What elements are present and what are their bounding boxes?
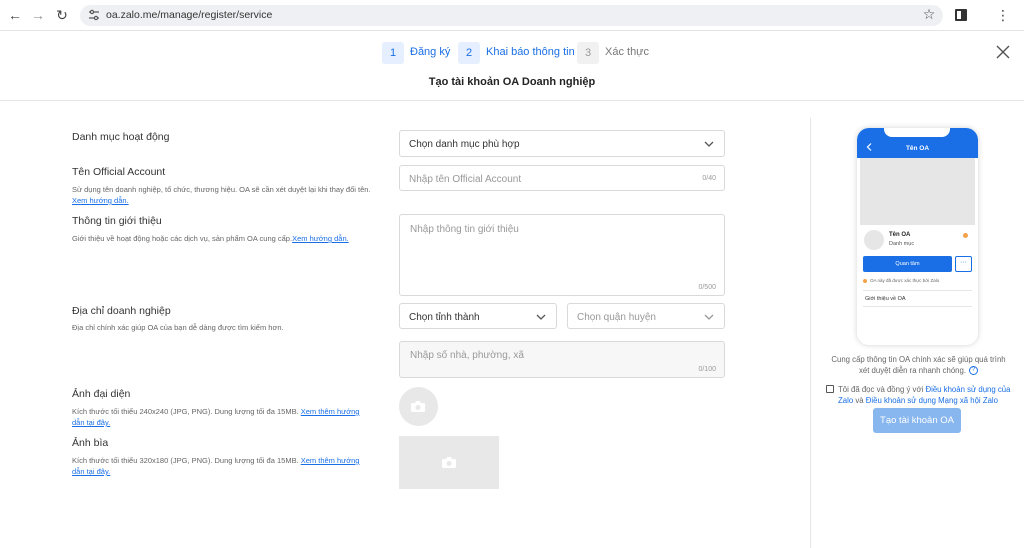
terms-text: Tôi đã đọc và đồng ý với Điều khoản sử d… <box>838 384 1016 406</box>
preview-oa-name: Tên OA <box>889 232 911 238</box>
preview-separator <box>863 306 972 307</box>
side-panel-icon[interactable] <box>955 9 967 21</box>
cover-upload[interactable] <box>399 436 499 489</box>
preview-verified-note: OA này đã được xác thực bởi Zalo <box>870 278 940 283</box>
terms-prefix: Tôi đã đọc và đồng ý với <box>838 385 924 394</box>
avatar-desc-text: Kích thước tối thiểu 240x240 (JPG, PNG).… <box>72 407 299 416</box>
address-label: Địa chỉ doanh nghiệp <box>72 305 171 317</box>
intro-description: Giới thiệu về hoạt động hoặc các dịch vụ… <box>72 233 382 244</box>
category-select-value: Chọn danh mục phù hợp <box>409 139 520 150</box>
chevron-down-icon <box>536 314 546 320</box>
preview-avatar <box>864 230 884 250</box>
avatar-upload[interactable] <box>399 387 438 426</box>
step-1-label: Đăng ký <box>410 46 451 58</box>
preview-notch <box>884 128 950 137</box>
social-terms-link[interactable]: Điều khoản sử dụng Mạng xã hội Zalo <box>866 396 998 405</box>
intro-placeholder: Nhập thông tin giới thiệu <box>410 224 519 235</box>
oa-name-desc-text: Sử dụng tên doanh nghiệp, tổ chức, thươn… <box>72 185 371 194</box>
cover-description: Kích thước tối thiểu 320x180 (JPG, PNG).… <box>72 455 362 477</box>
forward-arrow-icon[interactable]: → <box>29 6 47 24</box>
oa-name-input[interactable]: Nhập tên Official Account 0/40 <box>399 165 725 191</box>
category-select[interactable]: Chọn danh mục phù hợp <box>399 130 725 157</box>
oa-name-label: Tên Official Account <box>72 166 166 178</box>
avatar-label: Ảnh đại diện <box>72 388 131 400</box>
review-hint: Cung cấp thông tin OA chính xác sẽ giúp … <box>826 354 1011 376</box>
reload-icon[interactable]: ↻ <box>53 6 71 24</box>
oa-preview-phone: Tên OA Tên OA Danh mục Quan tâm ··· OA n… <box>857 128 978 345</box>
address-description: Địa chỉ chính xác giúp OA của bạn dễ dàn… <box>72 323 284 332</box>
street-address-counter: 0/100 <box>698 366 716 373</box>
page-title: Tạo tài khoản OA Doanh nghiệp <box>428 76 596 88</box>
close-icon[interactable] <box>995 44 1011 60</box>
browser-toolbar: ← → ↻ oa.zalo.me/manage/register/service… <box>0 0 1024 31</box>
oa-name-guide-link[interactable]: Xem hướng dẫn. <box>72 196 129 205</box>
preview-verify-dot <box>863 279 867 283</box>
intro-guide-link[interactable]: Xem hướng dẫn. <box>292 234 349 243</box>
street-address-input[interactable]: Nhập số nhà, phường, xã 0/100 <box>399 341 725 378</box>
create-oa-button[interactable]: Tạo tài khoản OA <box>873 408 961 433</box>
terms-checkbox[interactable] <box>826 385 834 393</box>
terms-and: và <box>855 396 864 405</box>
kebab-menu-icon[interactable]: ⋮ <box>996 6 1010 24</box>
step-3-label: Xác thực <box>605 46 650 58</box>
preview-cover <box>860 158 975 225</box>
preview-more-button: ··· <box>955 256 972 272</box>
province-select[interactable]: Chọn tỉnh thành <box>399 303 557 329</box>
avatar-description: Kích thước tối thiểu 240x240 (JPG, PNG).… <box>72 406 362 428</box>
preview-follow-button: Quan tâm <box>863 256 952 272</box>
bookmark-star-icon[interactable]: ☆ <box>920 6 938 23</box>
preview-intro-label: Giới thiệu về OA <box>865 296 906 302</box>
preview-category: Danh mục <box>889 241 915 247</box>
address-bar[interactable]: oa.zalo.me/manage/register/service <box>80 5 943 26</box>
terms-agreement: Tôi đã đọc và đồng ý với Điều khoản sử d… <box>826 384 1016 406</box>
chevron-down-icon <box>704 141 714 147</box>
intro-textarea[interactable]: Nhập thông tin giới thiệu 0/500 <box>399 214 725 296</box>
registration-stepper: 1 Đăng ký 2 Khai báo thông tin 3 Xác thự… <box>0 42 1024 66</box>
street-address-placeholder: Nhập số nhà, phường, xã <box>410 350 524 361</box>
camera-icon <box>411 401 425 412</box>
step-3-number: 3 <box>577 42 599 64</box>
step-1-number: 1 <box>382 42 404 64</box>
category-label: Danh mục hoạt động <box>72 131 170 143</box>
camera-icon <box>442 457 456 468</box>
district-select[interactable]: Chọn quận huyện <box>567 303 725 329</box>
review-hint-text: Cung cấp thông tin OA chính xác sẽ giúp … <box>831 355 1006 375</box>
step-2-label: Khai báo thông tin <box>486 46 575 58</box>
intro-counter: 0/500 <box>698 284 716 291</box>
intro-desc-text: Giới thiệu về hoạt động hoặc các dịch vụ… <box>72 234 293 243</box>
province-select-value: Chọn tỉnh thành <box>409 312 480 323</box>
header-divider <box>0 100 1024 101</box>
cover-label: Ảnh bìa <box>72 437 109 449</box>
site-settings-icon[interactable] <box>88 9 100 21</box>
oa-name-counter: 0/40 <box>702 175 716 182</box>
cover-desc-text: Kích thước tối thiểu 320x180 (JPG, PNG).… <box>72 456 299 465</box>
oa-name-description: Sử dụng tên doanh nghiệp, tổ chức, thươn… <box>72 184 372 206</box>
intro-label: Thông tin giới thiệu <box>72 215 162 227</box>
url-text: oa.zalo.me/manage/register/service <box>106 9 273 21</box>
chevron-down-icon <box>704 314 714 320</box>
preview-separator <box>863 290 972 291</box>
panel-divider <box>810 118 811 548</box>
district-select-value: Chọn quận huyện <box>577 312 656 323</box>
help-icon[interactable]: ? <box>969 366 979 376</box>
preview-header-title: Tên OA <box>905 145 930 152</box>
back-arrow-icon[interactable]: ← <box>6 6 24 24</box>
step-2-number: 2 <box>458 42 480 64</box>
preview-status-dot <box>963 233 968 238</box>
oa-name-placeholder: Nhập tên Official Account <box>409 174 522 185</box>
